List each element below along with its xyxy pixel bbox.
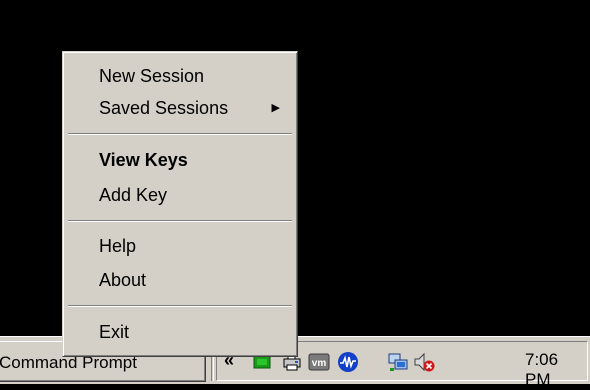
menu-item-label: Help [99, 236, 137, 256]
vmware-icon[interactable]: vm [308, 351, 330, 373]
menu-item-label: Saved Sessions [99, 98, 229, 118]
menu-item-new-session[interactable]: New Session [66, 60, 294, 92]
menu-item-label: Add Key [99, 185, 168, 205]
vmware-icon-text: vm [312, 358, 327, 369]
waveform-icon[interactable] [337, 351, 359, 373]
menu-item-label: About [99, 270, 147, 290]
menu-item-add-key[interactable]: Add Key [66, 179, 294, 211]
menu-item-about[interactable]: About [66, 264, 294, 296]
tray-context-menu: New Session Saved Sessions ▶ View Keys A… [62, 51, 298, 357]
menu-separator [68, 305, 292, 307]
menu-item-label: New Session [99, 66, 205, 86]
menu-item-label: View Keys [99, 150, 188, 170]
menu-item-saved-sessions[interactable]: Saved Sessions ▶ [66, 92, 294, 124]
menu-item-help[interactable]: Help [66, 230, 294, 262]
menu-item-label: Exit [99, 322, 130, 342]
menu-separator [68, 220, 292, 222]
menu-item-exit[interactable]: Exit [66, 316, 294, 348]
clock[interactable]: 7:06 PM [525, 350, 587, 390]
menu-separator [68, 133, 292, 135]
menu-item-view-keys[interactable]: View Keys [66, 144, 294, 176]
speaker-muted-icon[interactable] [413, 351, 435, 373]
submenu-arrow-icon: ▶ [271, 102, 280, 114]
network-computers-icon[interactable] [387, 351, 409, 373]
